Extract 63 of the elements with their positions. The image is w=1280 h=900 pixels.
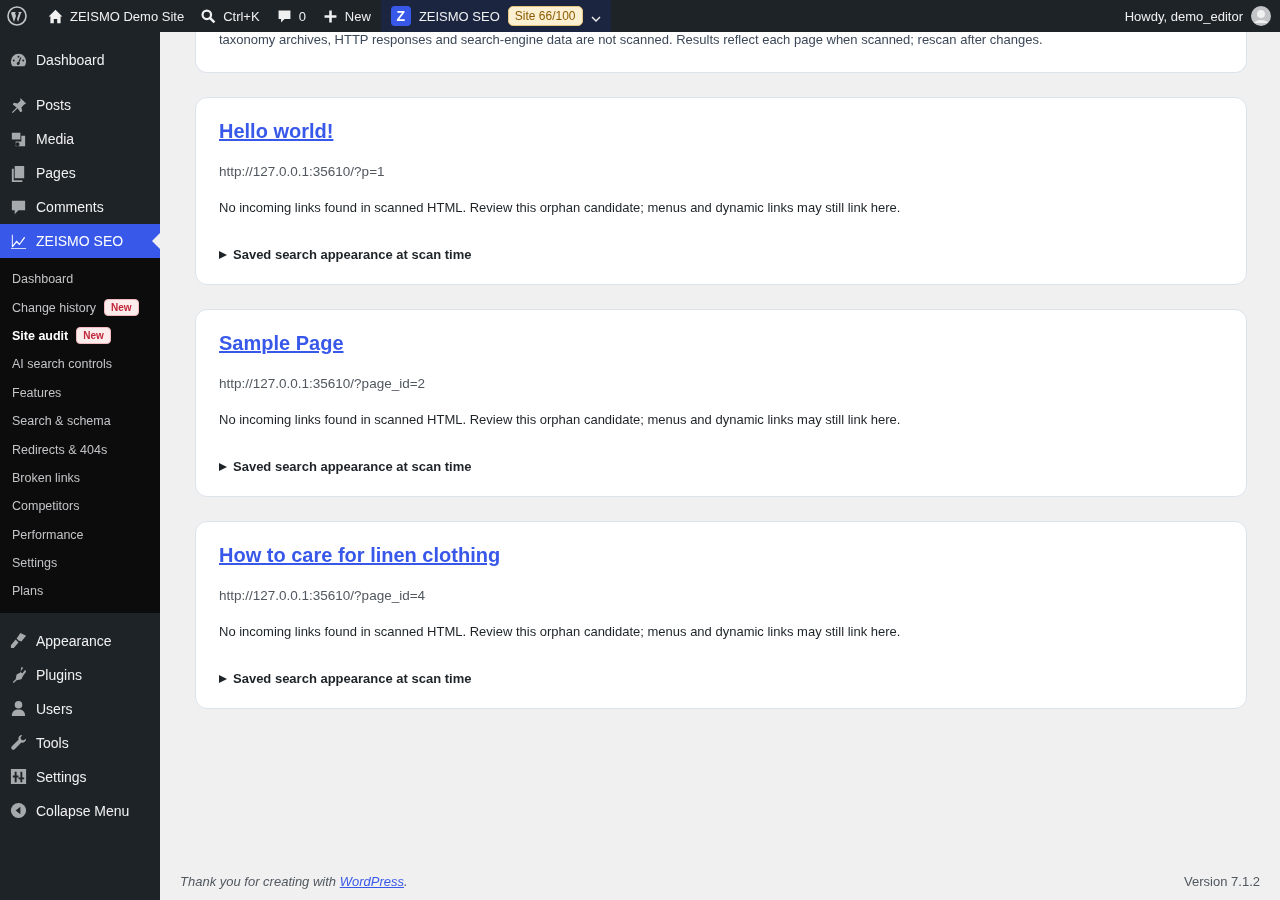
search-icon <box>200 7 218 25</box>
account-link[interactable]: Howdy, demo_editor <box>1116 0 1251 32</box>
avatar-icon[interactable] <box>1251 6 1271 26</box>
submenu-item[interactable]: Performance <box>12 527 84 542</box>
page-title-link[interactable]: Sample Page <box>219 327 344 359</box>
plugin-name: ZEISMO SEO <box>418 8 500 24</box>
site-link[interactable]: ZEISMO Demo Site <box>39 0 193 32</box>
plugin-menu[interactable]: Z ZEISMO SEO Site 66/100 <box>380 0 611 32</box>
chevron-icon <box>590 16 601 22</box>
submenu-item[interactable]: Broken links <box>12 470 81 485</box>
menu-item[interactable]: Posts <box>0 88 160 122</box>
comments-link[interactable]: 0 <box>267 0 314 32</box>
page-title-link[interactable]: Hello world! <box>219 115 334 147</box>
menu-item[interactable]: ZEISMO SEO <box>0 224 160 258</box>
new-link[interactable]: New <box>313 0 379 32</box>
brush-icon <box>9 631 28 651</box>
wordpress-logo-icon[interactable] <box>7 6 27 26</box>
plugin-logo: Z <box>390 6 411 26</box>
page-url: http://127.0.0.1:35610/?page_id=4 <box>219 588 427 603</box>
submenu-item[interactable]: Competitors <box>12 499 80 514</box>
menu-item[interactable]: Users <box>0 691 160 726</box>
submenu-item[interactable]: AI search controls <box>12 357 113 372</box>
menu-item[interactable]: Plugins <box>0 657 160 692</box>
menu-item[interactable]: Tools <box>0 725 160 760</box>
version-text: Version 7.1.2 <box>1184 874 1260 891</box>
submenu-item[interactable]: Features <box>12 385 62 400</box>
page-title-link[interactable]: How to care for linen clothing <box>219 539 501 571</box>
menu-item[interactable]: Comments <box>0 190 160 224</box>
menu-item[interactable]: Dashboard <box>0 43 160 77</box>
orphan-message: No incoming links found in scanned HTML. Review this orphan candidate; menus and dynamic links may still link here. <box>219 624 902 639</box>
submenu-item[interactable]: Settings <box>12 556 58 571</box>
orphan-message: No incoming links found in scanned HTML. Review this orphan candidate; menus and dynamic links may still link here. <box>219 412 902 427</box>
intro-text: taxonomy archives, HTTP responses and search-engine data are not scanned. Results reflect each page when scanned; rescan after changes. <box>219 32 1044 47</box>
disclosure-triangle-icon <box>219 674 227 683</box>
menu-item[interactable]: Pages <box>0 156 160 190</box>
pin-icon <box>9 95 28 115</box>
new-badge: New <box>104 299 139 317</box>
wrench-icon <box>9 733 28 753</box>
collapse-menu-button[interactable]: Collapse Menu <box>0 793 160 828</box>
menu-item[interactable]: Appearance <box>0 623 160 658</box>
wordpress-link[interactable]: WordPress <box>339 874 404 889</box>
disclosure-triangle-icon <box>219 462 227 471</box>
page-url: http://127.0.0.1:35610/?page_id=2 <box>219 376 427 391</box>
current-pointer-icon <box>152 233 160 249</box>
user-icon <box>9 699 28 719</box>
submenu-item[interactable]: Dashboard <box>12 272 74 287</box>
submenu-item[interactable]: Site audit <box>12 328 69 343</box>
submenu-item[interactable]: Change history <box>12 300 97 315</box>
orphan-message: No incoming links found in scanned HTML. Review this orphan candidate; menus and dynamic links may still link here. <box>219 200 902 215</box>
collapse-icon <box>9 801 28 821</box>
menu-item[interactable]: Media <box>0 122 160 156</box>
sliders-icon <box>9 767 28 787</box>
menu-item[interactable]: Settings <box>0 759 160 794</box>
new-badge: New <box>76 327 111 345</box>
submenu-item[interactable]: Plans <box>12 584 44 599</box>
search-link[interactable]: Ctrl+K <box>192 0 268 32</box>
score-badge: Site 66/100 <box>507 6 583 26</box>
submenu-item[interactable]: Search & schema <box>12 414 111 429</box>
footer-text: Thank you for creating with WordPress. <box>180 874 408 891</box>
page-url: http://127.0.0.1:35610/?p=1 <box>219 164 386 179</box>
home-icon <box>47 7 64 25</box>
disclosure-triangle-icon <box>219 250 227 259</box>
submenu-item[interactable]: Redirects & 404s <box>12 442 108 457</box>
